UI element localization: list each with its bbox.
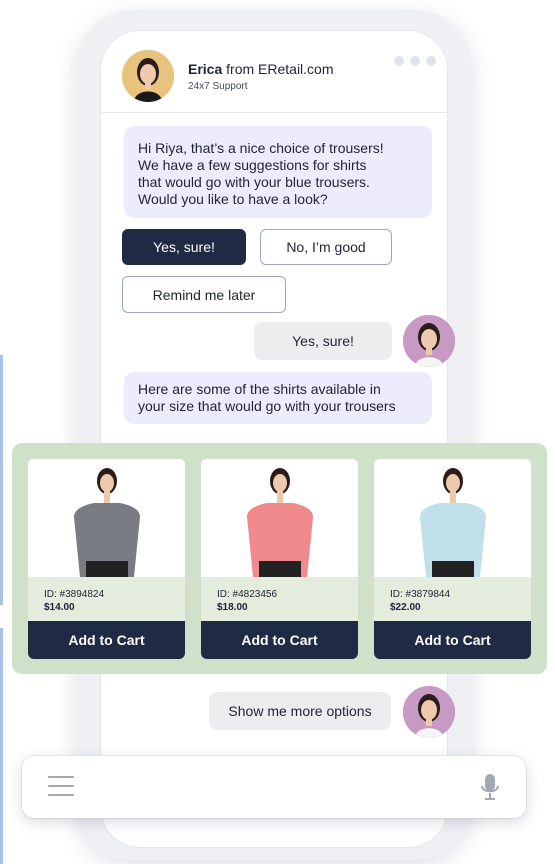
chat-input-bar[interactable] — [22, 756, 526, 818]
microphone-icon[interactable] — [480, 773, 500, 801]
product-image — [374, 459, 531, 577]
message-line: Here are some of the shirts available in — [138, 381, 381, 397]
product-id: ID: #3894824 — [44, 589, 105, 600]
user-avatar — [403, 686, 455, 738]
user-avatar — [403, 315, 455, 367]
message-line: that would go with your blue trousers. — [138, 174, 370, 190]
product-info: ID: #4823456 $18.00 — [201, 577, 358, 621]
quick-reply-no-button[interactable]: No, I’m good — [260, 229, 392, 265]
product-card[interactable]: ID: #3879844 $22.00 Add to Cart — [374, 459, 531, 659]
product-card[interactable]: ID: #4823456 $18.00 Add to Cart — [201, 459, 358, 659]
product-info: ID: #3879844 $22.00 — [374, 577, 531, 621]
agent-name: Erica from ERetail.com — [188, 61, 334, 77]
header-divider — [100, 112, 448, 113]
product-price: $14.00 — [44, 602, 75, 613]
user-message: Yes, sure! — [254, 322, 392, 360]
chat-header: Erica from ERetail.com 24x7 Support — [122, 50, 442, 108]
product-price: $18.00 — [217, 602, 248, 613]
add-to-cart-button[interactable]: Add to Cart — [28, 621, 185, 659]
agent-avatar — [122, 50, 174, 102]
product-image — [201, 459, 358, 577]
message-line: Hi Riya, that’s a nice choice of trouser… — [138, 140, 384, 156]
user-message: Show me more options — [209, 692, 391, 730]
bot-message: Hi Riya, that’s a nice choice of trouser… — [124, 126, 432, 218]
message-line: your size that would go with your trouse… — [138, 398, 396, 414]
agent-subtitle: 24x7 Support — [188, 81, 248, 92]
product-id: ID: #3879844 — [390, 589, 451, 600]
message-line: We have a few suggestions for shirts — [138, 157, 367, 173]
add-to-cart-button[interactable]: Add to Cart — [201, 621, 358, 659]
message-line: Would you like to have a look? — [138, 191, 328, 207]
product-carousel: ID: #3894824 $14.00 Add to Cart ID: #482… — [12, 443, 547, 674]
bot-message: Here are some of the shirts available in… — [124, 372, 432, 424]
add-to-cart-button[interactable]: Add to Cart — [374, 621, 531, 659]
hamburger-icon[interactable] — [48, 776, 74, 796]
left-accent-line-lower — [0, 628, 3, 864]
product-image — [28, 459, 185, 577]
left-accent-line — [0, 355, 3, 605]
product-info: ID: #3894824 $14.00 — [28, 577, 185, 621]
quick-reply-yes-button[interactable]: Yes, sure! — [122, 229, 246, 265]
quick-reply-remind-button[interactable]: Remind me later — [122, 276, 286, 313]
product-id: ID: #4823456 — [217, 589, 278, 600]
product-card[interactable]: ID: #3894824 $14.00 Add to Cart — [28, 459, 185, 659]
more-dots-icon[interactable] — [394, 56, 436, 66]
product-price: $22.00 — [390, 602, 421, 613]
